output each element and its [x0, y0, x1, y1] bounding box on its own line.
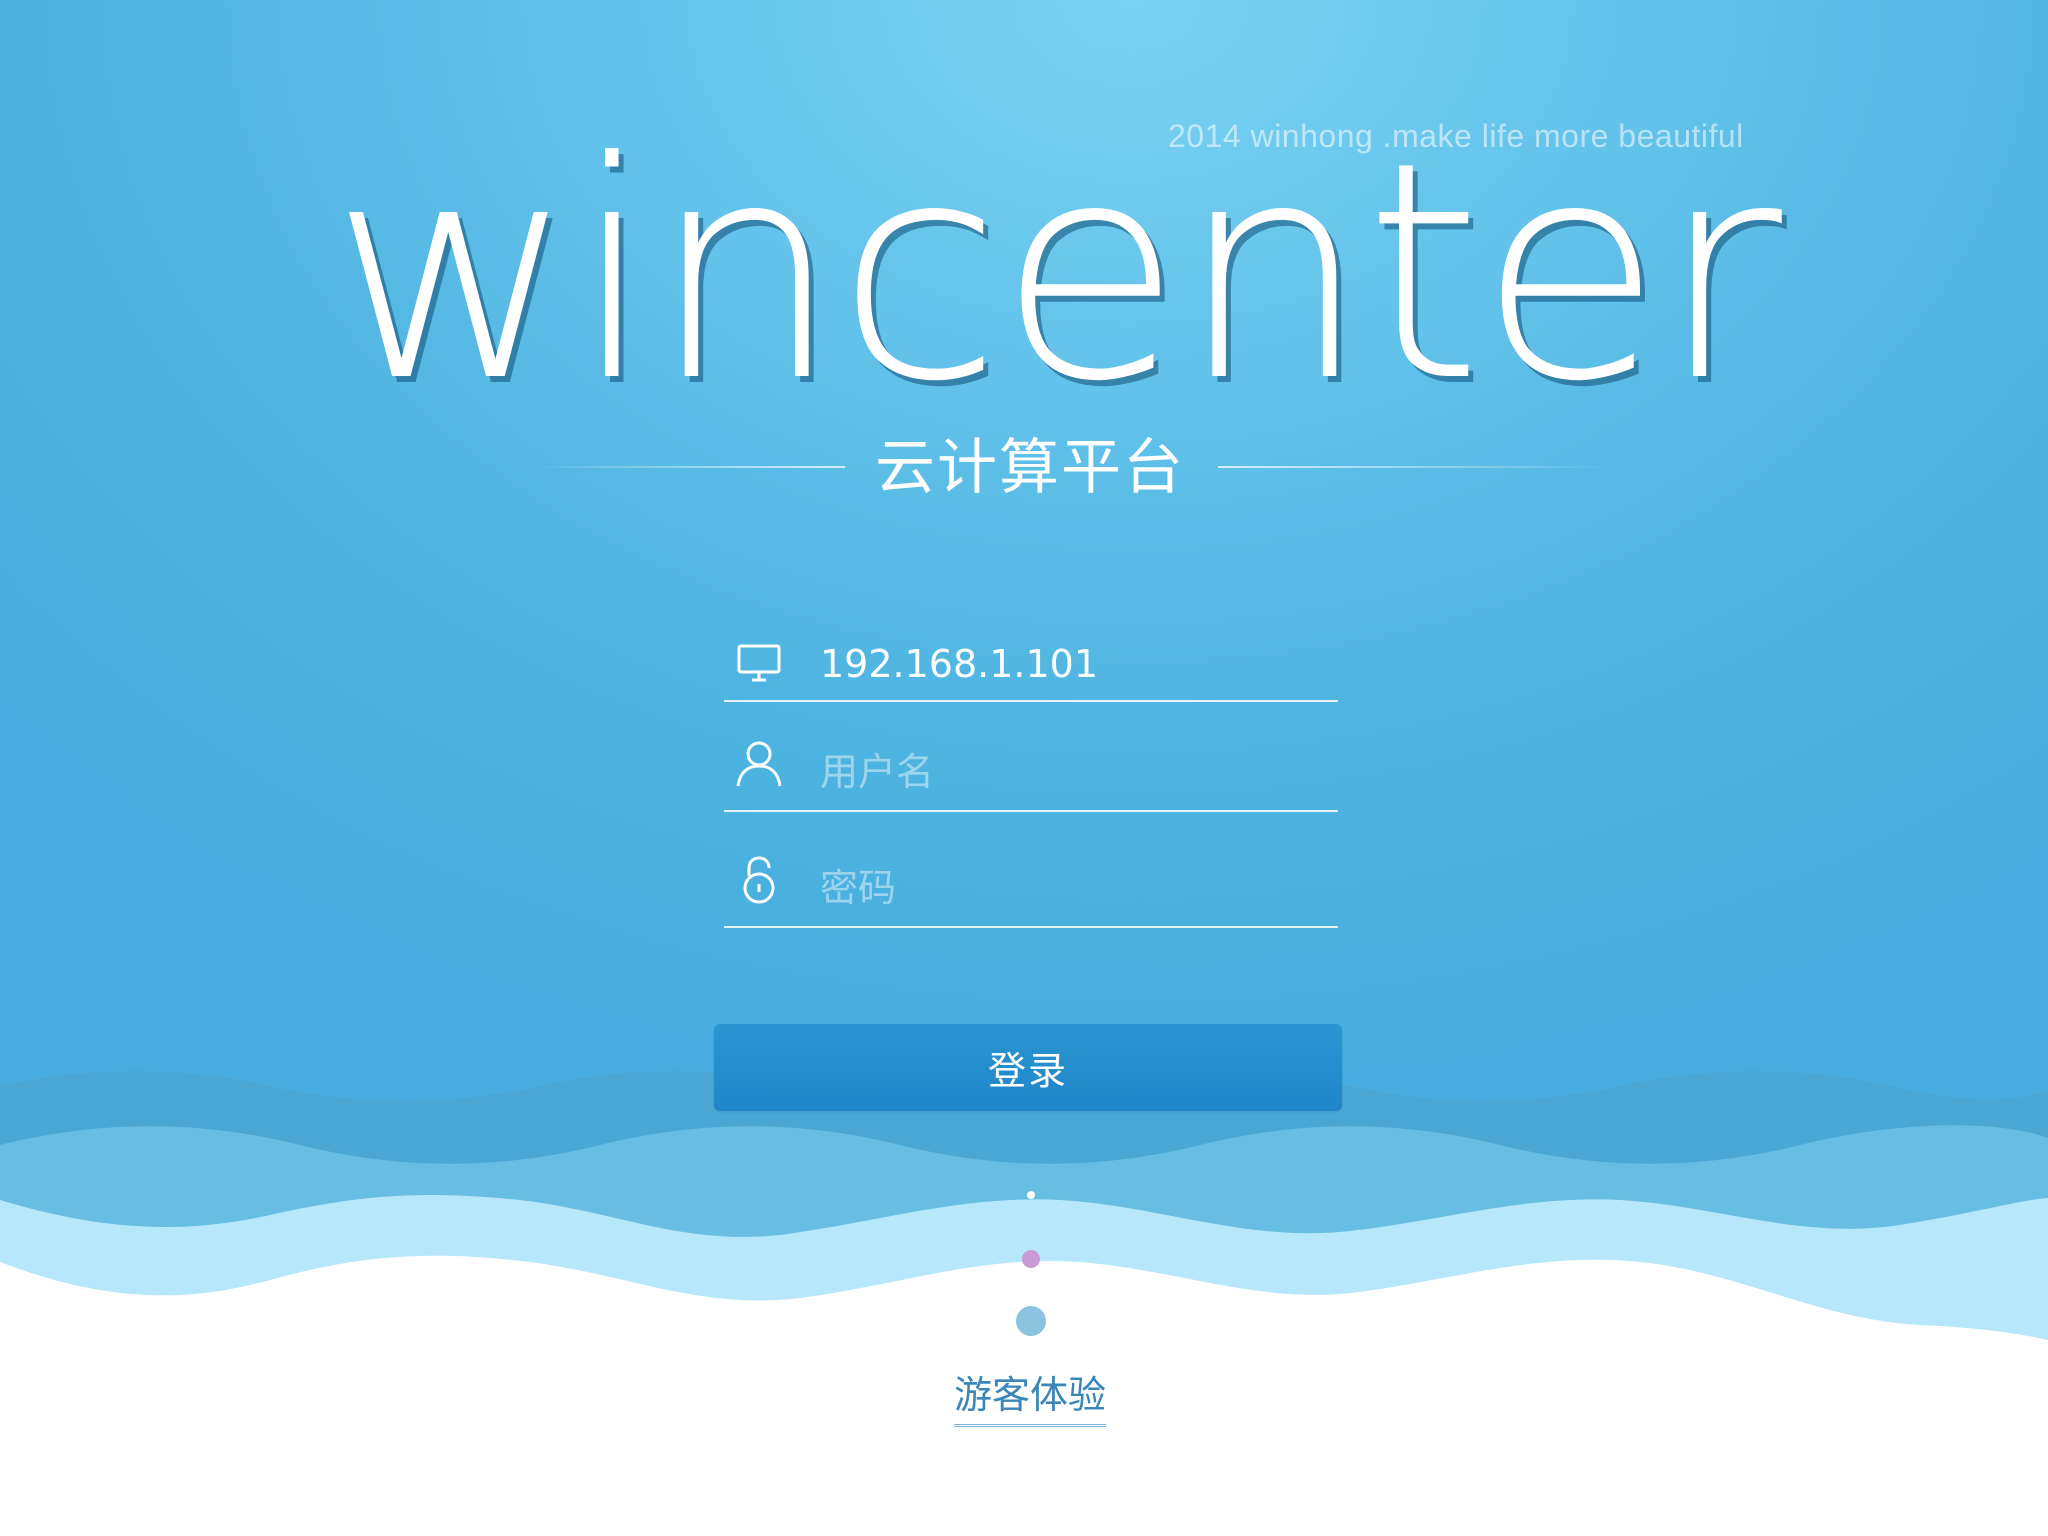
guest-experience-label: 游客体验	[953, 1370, 1106, 1427]
password-field	[724, 846, 1338, 928]
monitor-icon	[734, 640, 784, 690]
server-address-input[interactable]	[820, 636, 1320, 692]
guest-experience-link[interactable]: 游客体验	[930, 1370, 1130, 1427]
decorative-dot-small	[1027, 1191, 1035, 1199]
password-input[interactable]	[820, 860, 1320, 916]
lock-icon	[734, 854, 784, 904]
username-field	[724, 730, 1338, 812]
username-input[interactable]	[820, 744, 1320, 800]
subtitle-divider-right	[1218, 466, 1613, 468]
platform-subtitle: 云计算平台	[875, 433, 1185, 503]
user-icon	[734, 738, 784, 788]
server-address-field	[724, 620, 1338, 702]
subtitle-divider-left	[530, 466, 845, 468]
wincenter-logo: wincenter	[330, 98, 1782, 447]
login-button[interactable]: 登录	[714, 1024, 1342, 1111]
decorative-dot-large	[1016, 1306, 1046, 1336]
decorative-dot-medium	[1022, 1250, 1040, 1268]
